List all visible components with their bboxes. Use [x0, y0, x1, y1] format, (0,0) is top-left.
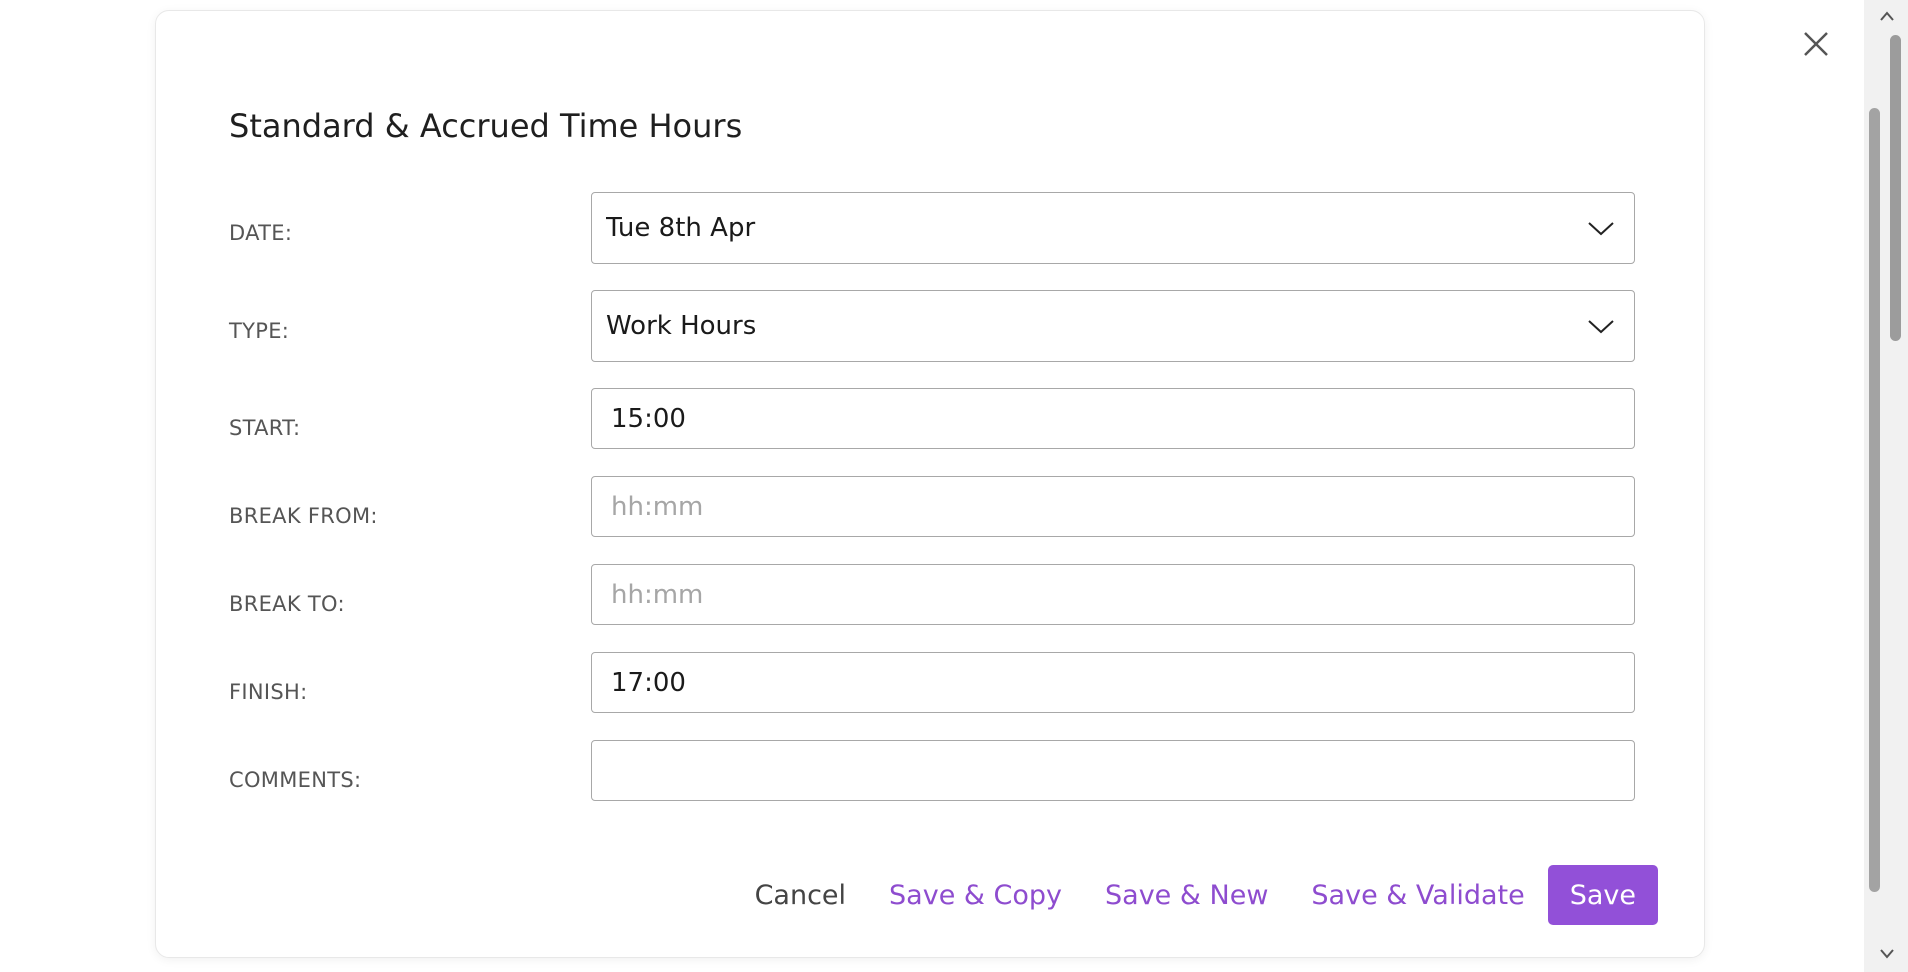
- comments-label: COMMENTS:: [229, 768, 362, 792]
- break-to-placeholder: hh:mm: [611, 579, 704, 610]
- time-entry-modal: Standard & Accrued Time Hours DATE: Tue …: [155, 10, 1705, 958]
- break-from-label: BREAK FROM:: [229, 504, 378, 528]
- cancel-button[interactable]: Cancel: [755, 880, 846, 911]
- date-label: DATE:: [229, 221, 293, 245]
- chevron-down-icon: [1586, 218, 1616, 238]
- break-to-input[interactable]: hh:mm: [591, 564, 1635, 625]
- finish-value: 17:00: [611, 667, 686, 698]
- chevron-down-icon: [1586, 316, 1616, 336]
- save-copy-button[interactable]: Save & Copy: [889, 880, 1062, 911]
- break-from-placeholder: hh:mm: [611, 491, 704, 522]
- modal-title: Standard & Accrued Time Hours: [229, 107, 743, 145]
- finish-label: FINISH:: [229, 680, 308, 704]
- type-value: Work Hours: [606, 311, 757, 341]
- break-to-label: BREAK TO:: [229, 592, 345, 616]
- comments-input[interactable]: [591, 740, 1635, 801]
- start-value: 15:00: [611, 403, 686, 434]
- start-time-input[interactable]: 15:00: [591, 388, 1635, 449]
- scroll-thumb[interactable]: [1869, 108, 1880, 892]
- scroll-up-icon[interactable]: [1879, 10, 1895, 22]
- save-validate-button[interactable]: Save & Validate: [1311, 880, 1524, 911]
- finish-time-input[interactable]: 17:00: [591, 652, 1635, 713]
- save-button[interactable]: Save: [1547, 865, 1658, 925]
- date-value: Tue 8th Apr: [606, 213, 756, 243]
- type-label: TYPE:: [229, 319, 290, 343]
- start-label: START:: [229, 416, 301, 440]
- close-button[interactable]: [1797, 25, 1835, 63]
- close-icon: [1804, 32, 1828, 56]
- viewport: Standard & Accrued Time Hours DATE: Tue …: [0, 0, 1908, 972]
- date-select[interactable]: Tue 8th Apr: [591, 192, 1635, 264]
- scroll-down-icon[interactable]: [1879, 948, 1895, 960]
- page-scroll-thumb[interactable]: [1890, 35, 1901, 341]
- break-from-input[interactable]: hh:mm: [591, 476, 1635, 537]
- save-new-button[interactable]: Save & New: [1105, 880, 1268, 911]
- type-select[interactable]: Work Hours: [591, 290, 1635, 362]
- modal-footer: Cancel Save & Copy Save & New Save & Val…: [755, 865, 1658, 925]
